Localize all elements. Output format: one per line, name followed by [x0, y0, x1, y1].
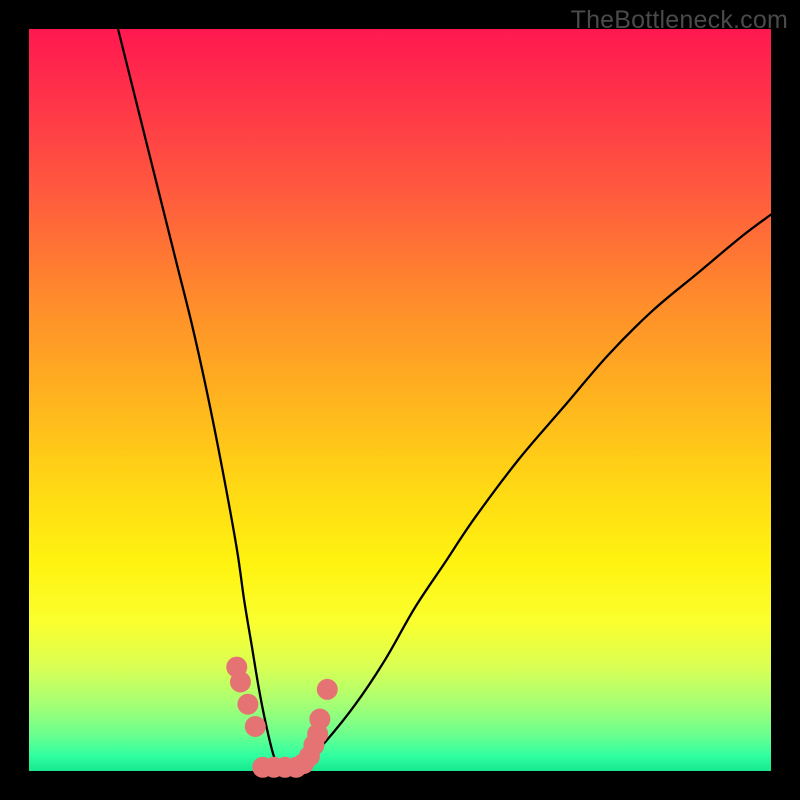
- marker-group: [226, 657, 338, 778]
- chart-frame: TheBottleneck.com: [0, 0, 800, 800]
- data-marker: [317, 679, 338, 700]
- data-marker: [245, 716, 266, 737]
- chart-svg: [29, 29, 771, 771]
- data-marker: [237, 694, 258, 715]
- data-marker: [309, 709, 330, 730]
- bottleneck-curve: [118, 29, 771, 772]
- data-marker: [230, 671, 251, 692]
